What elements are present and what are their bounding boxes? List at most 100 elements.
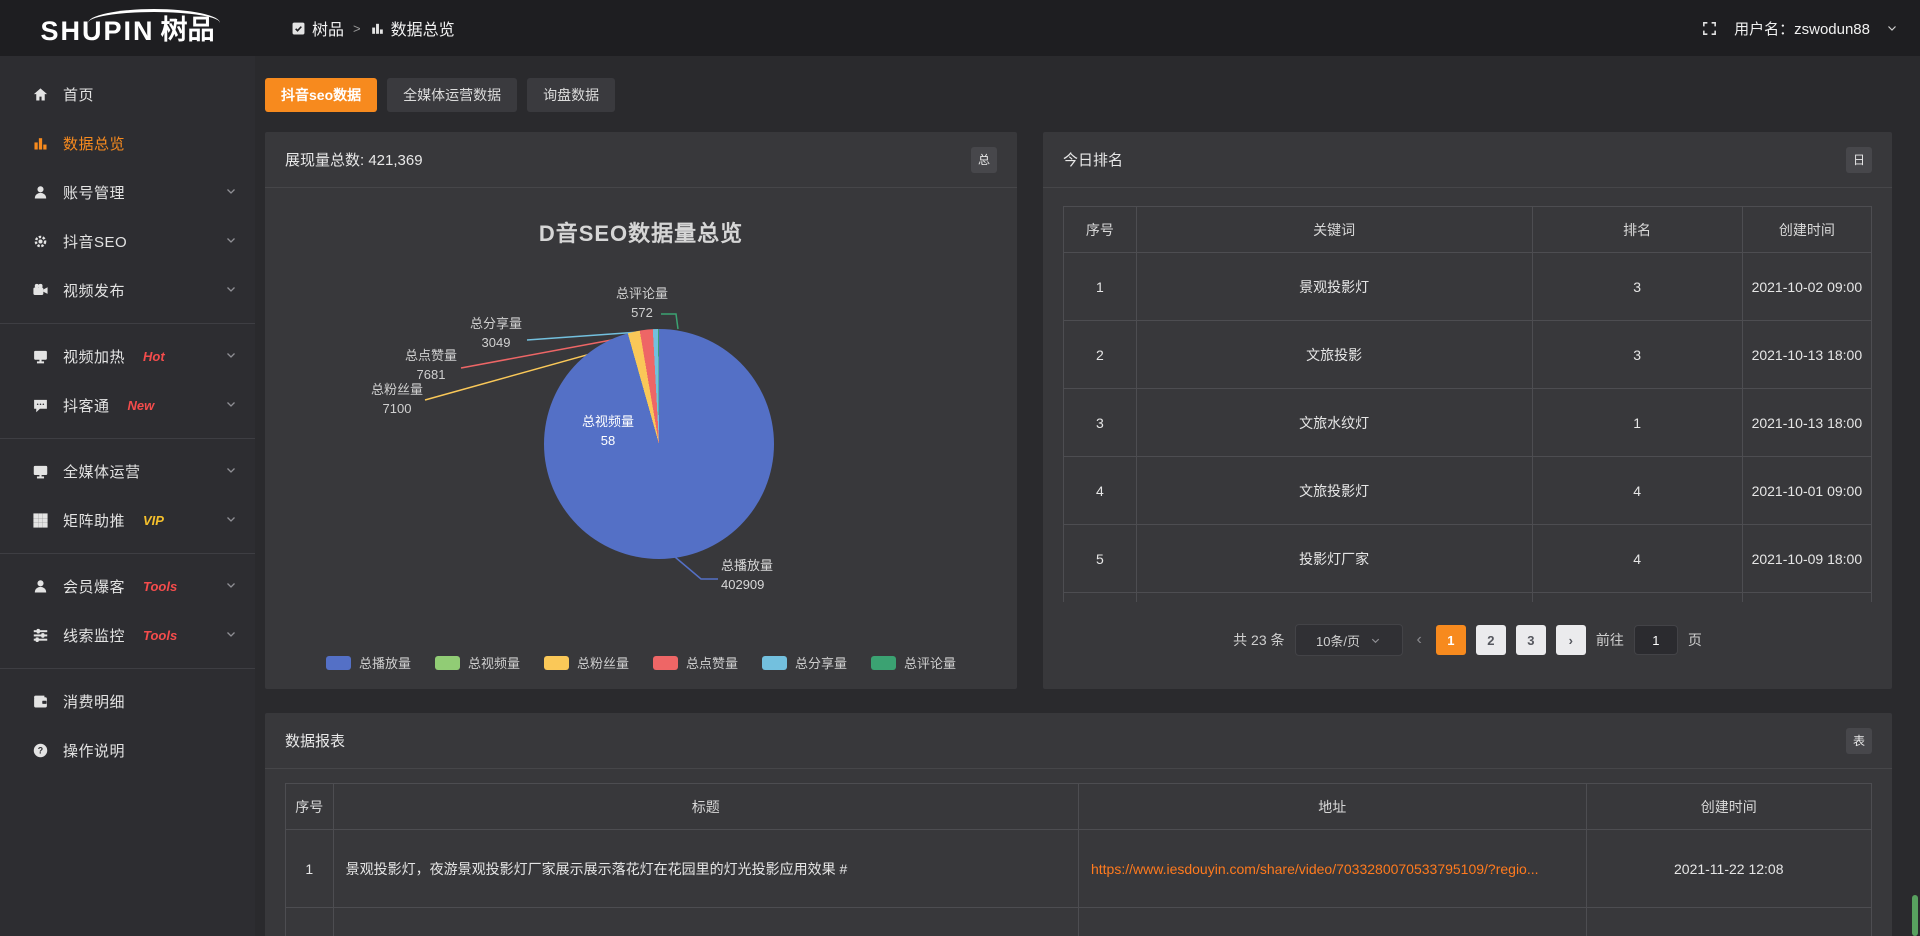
monitor-icon bbox=[32, 463, 49, 480]
sidebar-item-lead-monitor[interactable]: 线索监控Tools bbox=[0, 611, 255, 660]
report-created: 2021-11-22 12:08 bbox=[1586, 830, 1872, 908]
chevron-down-icon[interactable] bbox=[1886, 22, 1898, 34]
ranking-cell: 文旅投影灯 bbox=[1136, 457, 1532, 525]
sidebar-item-video-publish[interactable]: 视频发布 bbox=[0, 266, 255, 315]
legend-label: 总评论量 bbox=[904, 653, 956, 672]
chevron-down-icon bbox=[225, 348, 237, 365]
sidebar-item-douketong[interactable]: 抖客通 New bbox=[0, 381, 255, 430]
grid-icon bbox=[32, 512, 49, 529]
tab-media-operation-data[interactable]: 全媒体运营数据 bbox=[387, 78, 517, 112]
wallet-icon bbox=[32, 693, 49, 710]
sidebar-item-label: 消费明细 bbox=[63, 691, 125, 712]
member-icon bbox=[32, 578, 49, 595]
report-column-header: 地址 bbox=[1078, 784, 1586, 830]
pagination-total: 共 23 条 bbox=[1233, 630, 1284, 650]
table-row[interactable]: 5投影灯厂家42021-10-09 18:00 bbox=[1064, 525, 1872, 593]
sidebar-badge-new: New bbox=[128, 398, 155, 413]
breadcrumb-root[interactable]: 树品 bbox=[291, 16, 344, 40]
ranking-cell bbox=[1742, 593, 1871, 603]
ranking-cell: 1 bbox=[1532, 389, 1742, 457]
fullscreen-icon[interactable] bbox=[1701, 20, 1718, 37]
table-row[interactable]: 1景观投影灯32021-10-02 09:00 bbox=[1064, 253, 1872, 321]
page-size-select[interactable]: 10条/页 bbox=[1295, 624, 1403, 656]
legend-item[interactable]: 总视频量 bbox=[435, 653, 520, 672]
table-row[interactable]: 4文旅投影灯42021-10-01 09:00 bbox=[1064, 457, 1872, 525]
table-row[interactable]: 3文旅水纹灯12021-10-13 18:00 bbox=[1064, 389, 1872, 457]
sidebar-item-home[interactable]: 首页 bbox=[0, 70, 255, 119]
chevron-down-icon bbox=[225, 184, 237, 201]
report-title: 景观投影灯，夜游景观投影灯厂家展示展示落花灯在花园里的灯光投影应用效果 # bbox=[333, 830, 1078, 908]
ranking-cell: 4 bbox=[1532, 525, 1742, 593]
sidebar-item-media-operation[interactable]: 全媒体运营 bbox=[0, 447, 255, 496]
sidebar-badge-tools: Tools bbox=[143, 579, 177, 594]
ranking-table-container: 序号关键词排名创建时间 1景观投影灯32021-10-02 09:002文旅投影… bbox=[1063, 206, 1872, 602]
table-row[interactable]: 1景观投影灯，夜游景观投影灯厂家展示展示落花灯在花园里的灯光投影应用效果 #ht… bbox=[286, 830, 1872, 908]
breadcrumb-current[interactable]: 数据总览 bbox=[370, 16, 455, 40]
sidebar-item-matrix-boost[interactable]: 矩阵助推 VIP bbox=[0, 496, 255, 545]
sidebar-item-label: 抖客通 bbox=[63, 395, 110, 416]
main-content: 抖音seo数据全媒体运营数据询盘数据 展现量总数: 421,369 总 D音SE… bbox=[255, 56, 1920, 936]
top-header: SHUPIN 树品 树品 > 数据总览 bbox=[0, 0, 1920, 56]
ranking-cell: 2021-10-01 09:00 bbox=[1742, 457, 1871, 525]
ranking-cell: 文旅投影 bbox=[1136, 321, 1532, 389]
bar-chart-icon bbox=[370, 21, 385, 36]
scrollbar-thumb[interactable] bbox=[1912, 895, 1918, 936]
report-table: 序号标题地址创建时间 1景观投影灯，夜游景观投影灯厂家展示展示落花灯在花园里的灯… bbox=[285, 783, 1872, 936]
total-badge-button[interactable]: 总 bbox=[971, 147, 997, 173]
pie-label: 总粉丝量7100 bbox=[337, 380, 457, 418]
sidebar-item-member-burst[interactable]: 会员爆客 Tools bbox=[0, 562, 255, 611]
page-button-2[interactable]: 2 bbox=[1476, 625, 1506, 655]
page: SHUPIN 树品 树品 > 数据总览 bbox=[0, 0, 1920, 936]
sidebar-divider bbox=[0, 323, 255, 324]
breadcrumb-separator-icon: > bbox=[353, 21, 361, 36]
sidebar-item-operation-guide[interactable]: ?操作说明 bbox=[0, 726, 255, 775]
sliders-icon bbox=[32, 627, 49, 644]
day-badge-button[interactable]: 日 bbox=[1846, 147, 1872, 173]
legend-label: 总点赞量 bbox=[686, 653, 738, 672]
chart-title: D音SEO数据量总览 bbox=[265, 216, 1017, 248]
sidebar-badge-vip: VIP bbox=[143, 513, 164, 528]
goto-unit: 页 bbox=[1688, 630, 1702, 650]
report-panel-title: 数据报表 bbox=[285, 730, 345, 751]
page-button-1[interactable]: 1 bbox=[1436, 625, 1466, 655]
table-row[interactable] bbox=[286, 908, 1872, 936]
username[interactable]: 用户名：zswodun88 bbox=[1734, 18, 1870, 39]
goto-page-input[interactable] bbox=[1634, 625, 1678, 655]
ranking-cell: 3 bbox=[1532, 321, 1742, 389]
app-logo[interactable]: SHUPIN 树品 bbox=[0, 3, 255, 53]
table-badge-button[interactable]: 表 bbox=[1846, 728, 1872, 754]
report-url-link[interactable]: https://www.iesdouyin.com/share/video/70… bbox=[1091, 861, 1539, 877]
legend-swatch bbox=[653, 656, 678, 670]
sidebar-item-consume-detail[interactable]: 消费明细 bbox=[0, 677, 255, 726]
sidebar-item-data-overview[interactable]: 数据总览 bbox=[0, 119, 255, 168]
legend-item[interactable]: 总点赞量 bbox=[653, 653, 738, 672]
gear-icon bbox=[32, 233, 49, 250]
sidebar-item-account-manage[interactable]: 账号管理 bbox=[0, 168, 255, 217]
tab-inquiry-data[interactable]: 询盘数据 bbox=[527, 78, 615, 112]
sidebar-item-label: 账号管理 bbox=[63, 182, 125, 203]
ranking-cell: 4 bbox=[1532, 457, 1742, 525]
tab-douyin-seo-data[interactable]: 抖音seo数据 bbox=[265, 78, 377, 112]
next-page-button[interactable]: › bbox=[1556, 625, 1586, 655]
legend-item[interactable]: 总粉丝量 bbox=[544, 653, 629, 672]
sidebar-item-label: 矩阵助推 bbox=[63, 510, 125, 531]
sidebar-item-label: 操作说明 bbox=[63, 740, 125, 761]
legend-item[interactable]: 总播放量 bbox=[326, 653, 411, 672]
ranking-panel-title: 今日排名 bbox=[1063, 149, 1123, 170]
legend-swatch bbox=[544, 656, 569, 670]
sidebar-item-video-heat[interactable]: 视频加热Hot bbox=[0, 332, 255, 381]
ranking-column-header: 序号 bbox=[1064, 207, 1137, 253]
page-button-3[interactable]: 3 bbox=[1516, 625, 1546, 655]
report-title bbox=[333, 908, 1078, 936]
sidebar-item-douyin-seo[interactable]: 抖音SEO bbox=[0, 217, 255, 266]
prev-page-button[interactable]: ‹ bbox=[1413, 631, 1426, 649]
ranking-cell: 2021-10-09 18:00 bbox=[1742, 525, 1871, 593]
data-report-panel: 数据报表 表 序号标题地址创建时间 1景观投影灯，夜游景观投影灯厂家展示展示落花… bbox=[265, 713, 1892, 936]
legend-item[interactable]: 总分享量 bbox=[762, 653, 847, 672]
legend-swatch bbox=[326, 656, 351, 670]
table-row[interactable]: 2文旅投影32021-10-13 18:00 bbox=[1064, 321, 1872, 389]
today-ranking-panel: 今日排名 日 序号关键词排名创建时间 1景观投影灯32021-10-02 09:… bbox=[1043, 132, 1892, 689]
table-row[interactable] bbox=[1064, 593, 1872, 603]
legend-item[interactable]: 总评论量 bbox=[871, 653, 956, 672]
sidebar-item-label: 会员爆客 bbox=[63, 576, 125, 597]
